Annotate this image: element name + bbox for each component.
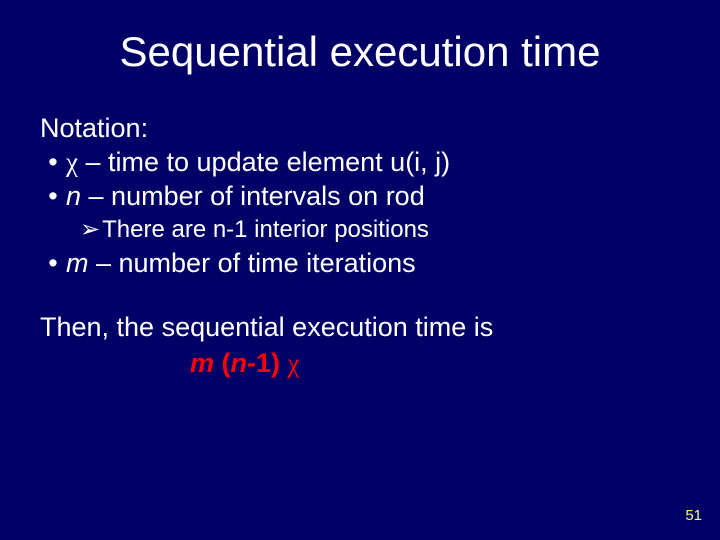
notation-label: Notation: [40, 112, 148, 146]
formula-n: n [231, 348, 248, 378]
bullet-m-text: – number of time iterations [89, 248, 416, 278]
bullet-n-text: – number of intervals on rod [81, 181, 425, 211]
then-line: Then, the sequential execution time is [40, 311, 680, 345]
chi-symbol: χ [66, 147, 78, 177]
formula-m: m [190, 348, 222, 378]
bullet-chi: χ – time to update element u(i, j) [40, 146, 680, 180]
slide-title: Sequential execution time [40, 28, 680, 76]
page-number: 51 [685, 507, 702, 524]
formula: m (n-1) χ [190, 347, 680, 381]
m-var: m [66, 248, 89, 278]
arrow-icon: ➢ [80, 215, 100, 245]
notation-heading: Notation: [40, 112, 680, 146]
slide-body: Notation: χ – time to update element u(i… [40, 112, 680, 381]
then-text: Then, the sequential execution time is [40, 311, 493, 345]
then-block: Then, the sequential execution time is m… [40, 311, 680, 381]
bullet-m: m – number of time iterations [40, 247, 680, 281]
sub-bullet-text: There are n-1 interior positions [102, 215, 429, 245]
formula-close: -1) [247, 348, 288, 378]
formula-open: ( [222, 348, 231, 378]
formula-chi: χ [288, 348, 300, 378]
n-var: n [66, 181, 81, 211]
slide: Sequential execution time Notation: χ – … [0, 0, 720, 540]
bullet-chi-text: – time to update element u(i, j) [78, 147, 450, 177]
sub-bullet-interior: ➢There are n-1 interior positions [80, 215, 680, 245]
bullet-n: n – number of intervals on rod [40, 180, 680, 214]
